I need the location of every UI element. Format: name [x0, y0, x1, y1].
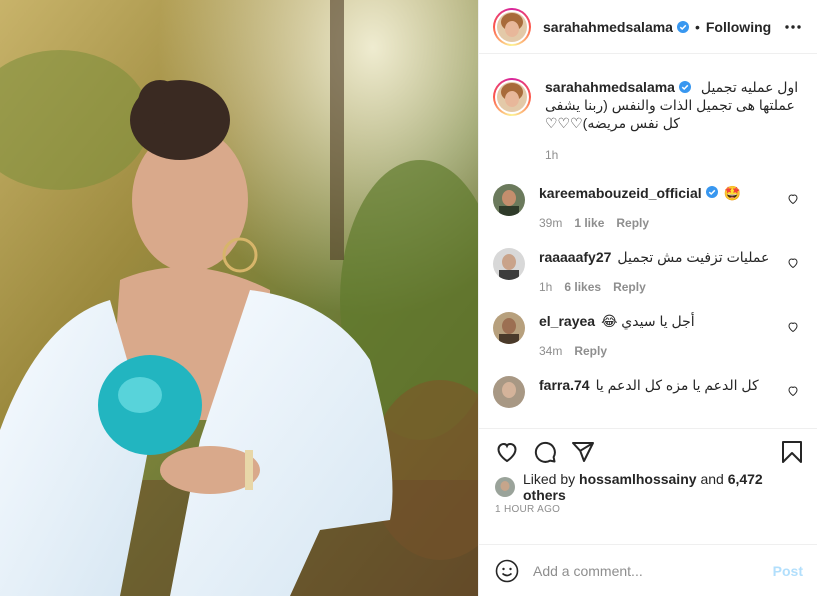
- heart-icon: [497, 442, 517, 462]
- emoji-button[interactable]: [495, 559, 519, 583]
- comment-item: farra.74 كل الدعم يا مزه كل الدعم يا: [493, 376, 801, 408]
- likes-prefix: Liked by: [523, 471, 576, 487]
- commenter-avatar[interactable]: [493, 312, 525, 344]
- commenter-avatar[interactable]: [493, 376, 525, 408]
- likes-conj: and: [700, 471, 724, 487]
- comment-reply-button[interactable]: Reply: [613, 280, 646, 294]
- emoji-smiley-icon: [495, 559, 519, 582]
- following-button[interactable]: Following: [706, 19, 771, 35]
- share-plane-icon: [572, 441, 594, 462]
- like-comment-heart-icon[interactable]: [787, 256, 799, 272]
- like-comment-heart-icon[interactable]: [787, 384, 799, 400]
- post-caption: sarahahmedsalama اول عمليه تجميل عملتها …: [493, 54, 801, 162]
- verified-badge-icon: [678, 81, 691, 93]
- comment-username[interactable]: raaaaafy27: [539, 248, 611, 266]
- author-username[interactable]: sarahahmedsalama: [543, 19, 673, 35]
- comments-list[interactable]: sarahahmedsalama اول عمليه تجميل عملتها …: [479, 54, 817, 428]
- author-avatar[interactable]: [493, 7, 531, 46]
- add-comment-bar: Post: [479, 544, 817, 596]
- comment-time[interactable]: 1h: [539, 280, 552, 294]
- comment-likes-count[interactable]: 6 likes: [564, 280, 601, 294]
- comment-item: el_rayea أجل يا سيدي 😂 34m Reply: [493, 312, 801, 358]
- commenter-avatar[interactable]: [493, 248, 525, 280]
- caption-line-3: كل نفس مريضه)♡♡♡: [545, 115, 680, 131]
- post-photo[interactable]: [0, 0, 478, 596]
- like-button[interactable]: [495, 440, 519, 464]
- verified-badge-icon: [676, 20, 689, 33]
- likes-summary: Liked by hossamlhossainy and 6,472 other…: [479, 471, 817, 503]
- commenter-avatar[interactable]: [493, 184, 525, 216]
- post-image: [0, 0, 478, 596]
- post-timestamp[interactable]: 1 HOUR AGO: [479, 500, 817, 526]
- comment-time[interactable]: 39m: [539, 216, 562, 230]
- more-options-button[interactable]: [785, 24, 801, 29]
- comment-username[interactable]: el_rayea: [539, 312, 595, 330]
- more-horizontal-icon: [785, 24, 801, 29]
- comment-item: raaaaafy27 عمليات تزفيت مش تجميل 1h 6 li…: [493, 248, 801, 294]
- comment-username[interactable]: farra.74: [539, 376, 590, 394]
- comment-bubble-icon: [534, 441, 556, 463]
- liker-avatar[interactable]: [495, 477, 515, 497]
- comment-text: كل الدعم يا مزه كل الدعم يا: [595, 377, 759, 393]
- like-comment-heart-icon[interactable]: [787, 320, 799, 336]
- comment-input[interactable]: [533, 562, 773, 579]
- comment-time[interactable]: 34m: [539, 344, 562, 358]
- save-button[interactable]: [781, 440, 803, 464]
- post-actions-bar: [479, 428, 817, 474]
- comment-item: kareemabouzeid_official 🤩 39m 1 like Rep…: [493, 184, 801, 230]
- caption-line-1: اول عمليه تجميل: [700, 79, 799, 95]
- post-side-panel: sarahahmedsalama • Following sarahahmeds…: [478, 0, 817, 596]
- separator-dot: •: [694, 18, 700, 35]
- share-button[interactable]: [571, 440, 595, 464]
- comment-likes-count[interactable]: 1 like: [574, 216, 604, 230]
- comment-reply-button[interactable]: Reply: [574, 344, 607, 358]
- caption-time[interactable]: 1h: [545, 148, 558, 162]
- liker-username[interactable]: hossamlhossainy: [579, 471, 697, 487]
- caption-author-avatar[interactable]: [493, 78, 531, 116]
- comment-text: عمليات تزفيت مش تجميل: [617, 249, 770, 265]
- comment-username[interactable]: kareemabouzeid_official: [539, 184, 702, 202]
- verified-badge-icon: [705, 186, 718, 198]
- comment-text: 🤩: [723, 185, 742, 201]
- bookmark-icon: [782, 440, 802, 463]
- caption-username[interactable]: sarahahmedsalama: [545, 79, 675, 95]
- comment-button[interactable]: [533, 440, 557, 464]
- post-comment-button[interactable]: Post: [773, 563, 803, 579]
- comment-reply-button[interactable]: Reply: [616, 216, 649, 230]
- post-header: sarahahmedsalama • Following: [479, 0, 817, 54]
- caption-line-2: عملتها هى تجميل الذات والنفس (ربنا يشفى: [545, 97, 795, 113]
- comment-text: أجل يا سيدي 😂: [601, 313, 695, 329]
- like-comment-heart-icon[interactable]: [787, 192, 799, 208]
